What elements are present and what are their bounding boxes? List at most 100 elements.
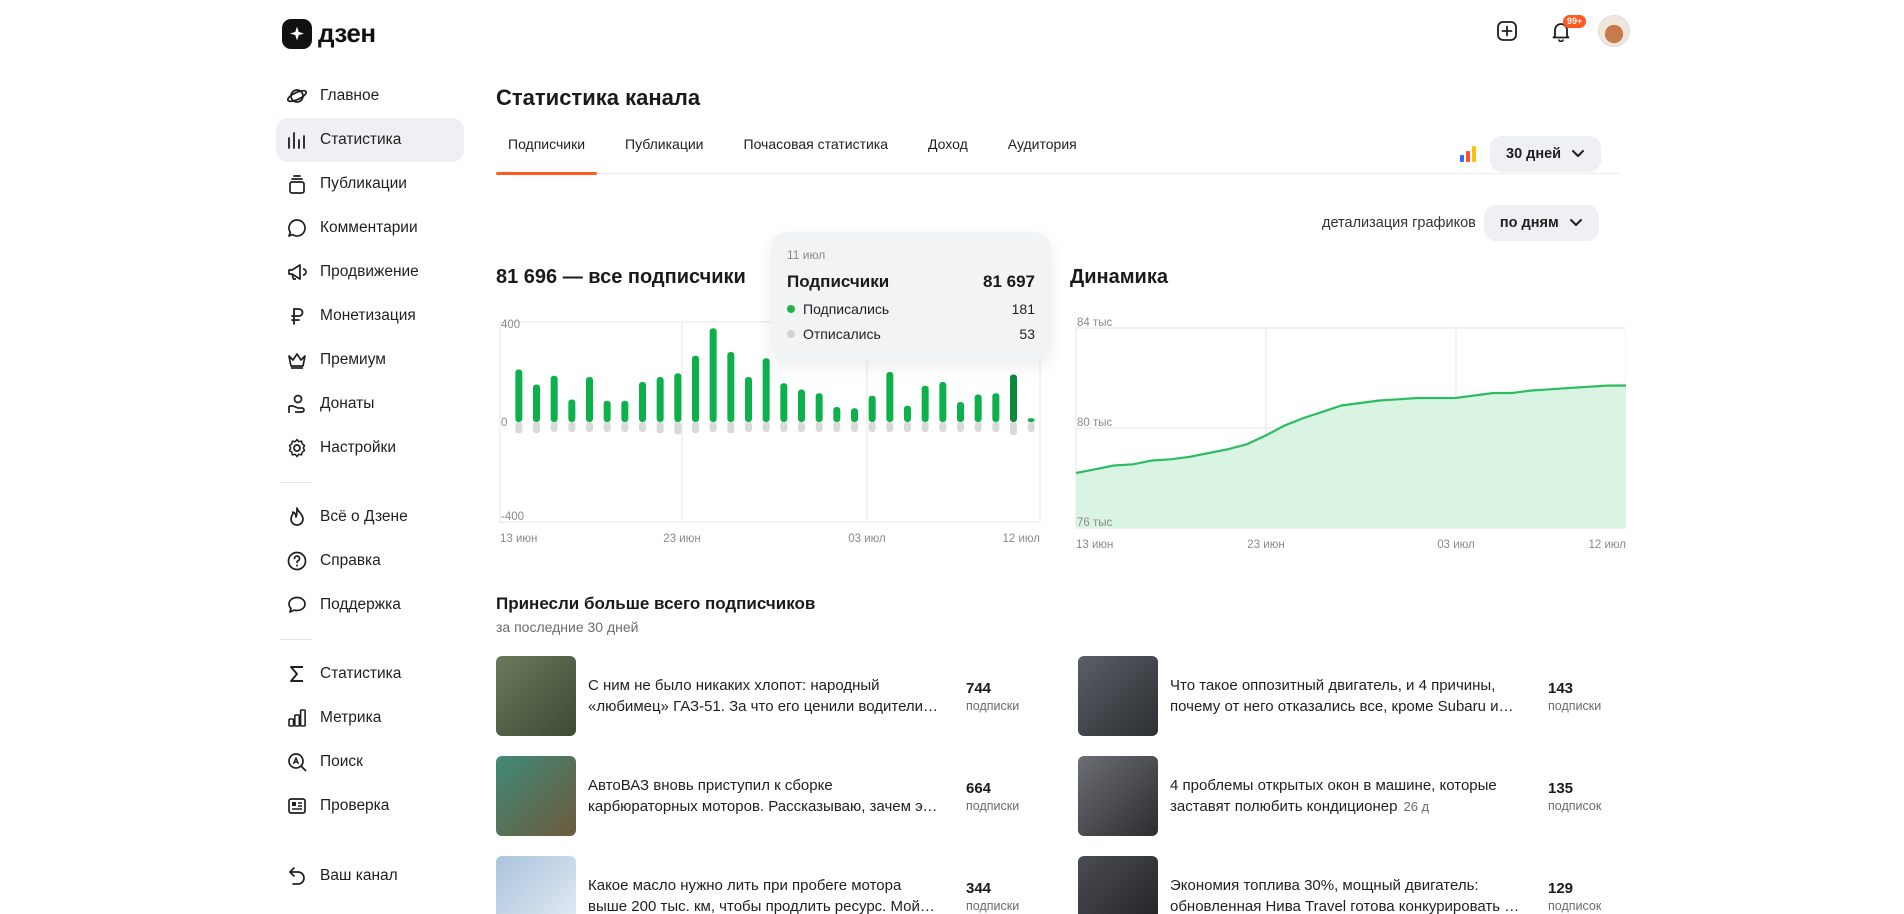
bar-unsubscribed <box>921 422 929 432</box>
top-post-item[interactable]: АвтоВАЗ вновь приступил к сборке карбюра… <box>496 756 1056 836</box>
top-post-item[interactable]: Какое масло нужно лить при пробеге мотор… <box>496 856 1056 914</box>
x-tick-label: 03 июл <box>848 533 886 545</box>
sidebar-item-label: Метрика <box>320 709 382 726</box>
sidebar-item-support[interactable]: Поддержка <box>276 583 464 627</box>
sidebar-item-metrika[interactable]: Метрика <box>276 696 464 740</box>
chart-type-icon[interactable] <box>1460 146 1476 162</box>
sidebar-item-premium[interactable]: Премиум <box>276 338 464 382</box>
x-tick-label: 23 июн <box>663 533 700 545</box>
detail-select[interactable]: по дням <box>1483 205 1599 241</box>
bar-unsubscribed <box>709 422 717 432</box>
gray-dot-icon <box>787 330 795 338</box>
bar-unsubscribed <box>815 422 823 432</box>
post-subscriptions-unit: подписки <box>966 898 1020 913</box>
period-select[interactable]: 30 дней <box>1490 136 1602 172</box>
back-arrow-icon <box>286 865 308 887</box>
help-icon <box>286 550 308 572</box>
bar-subscribed <box>762 358 770 422</box>
sidebar-item-label: Донаты <box>320 395 375 412</box>
tooltip-row-unsubscribed: Отписались 53 <box>787 326 1035 342</box>
post-subscriptions-count: 344 <box>966 879 992 897</box>
bar-unsubscribed <box>798 422 805 432</box>
sidebar-item-stats-service[interactable]: Статистика <box>276 652 464 696</box>
planet-icon <box>286 85 308 107</box>
sidebar-item-label: Ваш канал <box>320 867 398 884</box>
post-thumbnail <box>496 856 576 914</box>
create-button[interactable] <box>1490 14 1524 48</box>
bar-unsubscribed <box>904 422 911 432</box>
megaphone-icon <box>286 261 308 283</box>
avatar[interactable] <box>1598 15 1630 47</box>
sidebar-item-main[interactable]: Главное <box>276 74 464 118</box>
sidebar-item-label: Поиск <box>320 753 363 770</box>
top-post-item[interactable]: С ним не было никаких хлопот: народный «… <box>496 656 1056 736</box>
post-thumbnail <box>496 656 576 736</box>
metrika-icon <box>286 707 308 729</box>
post-stat: 129 подписок <box>1548 880 1628 913</box>
sidebar-item-monetization[interactable]: Монетизация <box>276 294 464 338</box>
sidebar-item-label: Главное <box>320 87 380 104</box>
comment-icon <box>286 217 308 239</box>
post-thumbnail <box>496 756 576 836</box>
bar-subscribed <box>1027 418 1035 422</box>
bar-subscribed <box>851 408 858 422</box>
x-tick-label: 03 июл <box>1437 539 1475 551</box>
bar-unsubscribed <box>656 422 664 434</box>
tab-audience[interactable]: Аудитория <box>996 126 1089 174</box>
bar-subscribed <box>603 400 611 422</box>
bar-subscribed <box>974 394 982 422</box>
tab-publications[interactable]: Публикации <box>613 126 715 174</box>
bar-unsubscribed <box>586 422 593 432</box>
x-tick-label: 23 июн <box>1247 539 1284 551</box>
sidebar-item-promotion[interactable]: Продвижение <box>276 250 464 294</box>
sidebar-item-donations[interactable]: Донаты <box>276 382 464 426</box>
post-subscriptions-unit: подписок <box>1548 798 1602 813</box>
sidebar-item-label: Всё о Дзене <box>320 508 408 525</box>
sidebar-item-publications[interactable]: Публикации <box>276 162 464 206</box>
tooltip-row-value: 181 <box>1011 301 1035 317</box>
tooltip-total: 81 697 <box>983 272 1035 291</box>
sidebar-item-label: Публикации <box>320 175 407 192</box>
post-stat: 344 подписки <box>966 880 1046 913</box>
y-tick-label: 0 <box>501 417 507 429</box>
post-title-text: Экономия топлива 30%, мощный двигатель: … <box>1170 877 1512 914</box>
post-title: 4 проблемы открытых окон в машине, котор… <box>1170 775 1522 817</box>
sidebar-item-help[interactable]: Справка <box>276 539 464 583</box>
sidebar-item-comments[interactable]: Комментарии <box>276 206 464 250</box>
sidebar-item-check[interactable]: Проверка <box>276 784 464 828</box>
gear-icon <box>286 437 308 459</box>
bar-unsubscribed <box>639 422 646 432</box>
bar-subscribed <box>550 375 558 422</box>
bar-subscribed <box>727 352 735 422</box>
dynamics-area-chart[interactable]: 84 тыс 80 тыс 76 тыс 13 июн 23 июн 03 июл 12 и… <box>1066 310 1626 560</box>
top-post-item[interactable]: Экономия топлива 30%, мощный двигатель: … <box>1078 856 1638 914</box>
top-post-item[interactable]: 4 проблемы открытых окон в машине, котор… <box>1078 756 1638 836</box>
tab-hourly[interactable]: Почасовая статистика <box>732 126 901 174</box>
sidebar-item-settings[interactable]: Настройки <box>276 426 464 470</box>
sidebar-item-search[interactable]: Поиск <box>276 740 464 784</box>
tab-subscribers[interactable]: Подписчики <box>496 126 598 175</box>
sidebar-item-about-zen[interactable]: Всё о Дзене <box>276 495 464 539</box>
top-post-item[interactable]: Что такое оппозитный двигатель, и 4 прич… <box>1078 656 1638 736</box>
green-dot-icon <box>787 305 795 313</box>
post-subscriptions-count: 664 <box>966 779 992 797</box>
tab-income[interactable]: Доход <box>916 126 980 174</box>
detail-controls: детализация графиков по дням <box>1322 205 1599 241</box>
notifications-button[interactable]: 99+ <box>1544 14 1587 48</box>
post-subscriptions-unit: подписки <box>1548 698 1602 713</box>
bar-subscribed <box>886 372 894 422</box>
bar-unsubscribed <box>851 422 858 432</box>
post-title: АвтоВАЗ вновь приступил к сборке карбюра… <box>588 775 940 817</box>
detail-label: детализация графиков <box>1322 215 1476 231</box>
sidebar: Главное Статистика Публикации Комментари… <box>276 74 464 898</box>
sidebar-item-your-channel[interactable]: Ваш канал <box>276 854 464 898</box>
bar-stats-icon <box>286 129 308 151</box>
post-subscriptions-unit: подписки <box>966 698 1020 713</box>
bar-unsubscribed <box>762 422 770 432</box>
logo[interactable]: дзен <box>282 18 376 49</box>
sidebar-item-statistics[interactable]: Статистика <box>276 118 464 162</box>
donate-icon <box>286 393 308 415</box>
sidebar-item-label: Справка <box>320 552 381 569</box>
crown-icon <box>286 349 308 371</box>
period-select-value: 30 дней <box>1506 146 1562 162</box>
